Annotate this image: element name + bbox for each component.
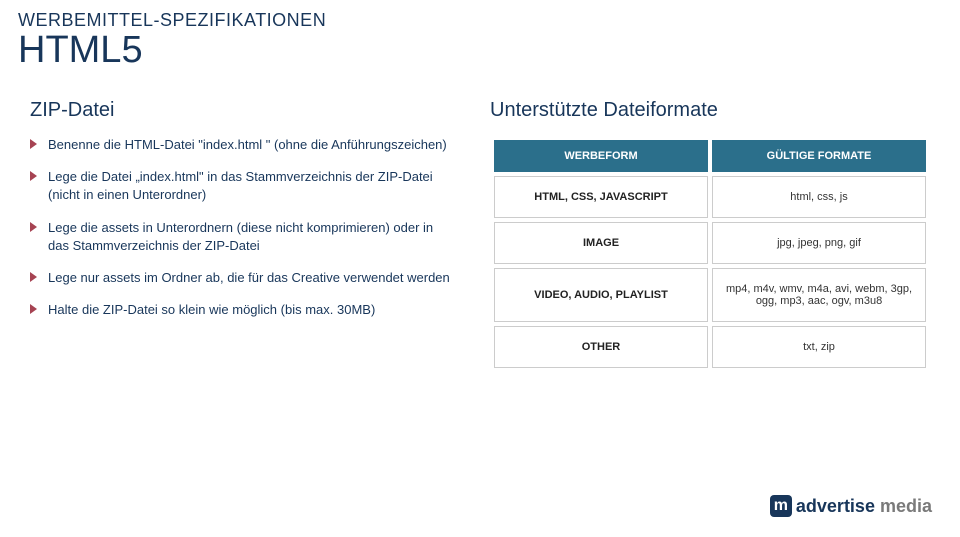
cell-formats: jpg, jpeg, png, gif	[712, 222, 926, 264]
table-header-form: WERBEFORM	[494, 140, 708, 172]
table-row: OTHER txt, zip	[494, 326, 926, 368]
content-area: ZIP-Datei Benenne die HTML-Datei "index.…	[0, 69, 960, 372]
cell-formats: html, css, js	[712, 176, 926, 218]
table-row: HTML, CSS, JAVASCRIPT html, css, js	[494, 176, 926, 218]
right-column: Unterstützte Dateiformate WERBEFORM GÜLT…	[490, 99, 930, 372]
cell-form: VIDEO, AUDIO, PLAYLIST	[494, 268, 708, 322]
header-subtitle: WERBEMITTEL-SPEZIFIKATIONEN	[18, 10, 960, 31]
cell-form: IMAGE	[494, 222, 708, 264]
left-column: ZIP-Datei Benenne die HTML-Datei "index.…	[30, 99, 450, 372]
list-item: Lege die Datei „index.html" in das Stamm…	[30, 168, 450, 204]
zip-section-title: ZIP-Datei	[30, 99, 450, 122]
list-item: Lege nur assets im Ordner ab, die für da…	[30, 269, 450, 287]
cell-formats: mp4, m4v, wmv, m4a, avi, webm, 3gp, ogg,…	[712, 268, 926, 322]
bullet-list: Benenne die HTML-Datei "index.html " (oh…	[30, 136, 450, 319]
logo-box-icon: m	[770, 495, 792, 517]
table-row: IMAGE jpg, jpeg, png, gif	[494, 222, 926, 264]
cell-form: HTML, CSS, JAVASCRIPT	[494, 176, 708, 218]
header-title: HTML5	[18, 31, 960, 69]
page-header: WERBEMITTEL-SPEZIFIKATIONEN HTML5	[0, 0, 960, 69]
logo-text: advertise media	[796, 496, 932, 517]
list-item: Benenne die HTML-Datei "index.html " (oh…	[30, 136, 450, 154]
footer-logo: m advertise media	[770, 495, 932, 517]
logo-brand: advertise	[796, 496, 875, 516]
list-item: Halte die ZIP-Datei so klein wie möglich…	[30, 301, 450, 319]
formats-section-title: Unterstützte Dateiformate	[490, 99, 930, 122]
logo-suffix: media	[875, 496, 932, 516]
cell-form: OTHER	[494, 326, 708, 368]
list-item: Lege die assets in Unterordnern (diese n…	[30, 219, 450, 255]
table-row: VIDEO, AUDIO, PLAYLIST mp4, m4v, wmv, m4…	[494, 268, 926, 322]
table-header-formats: GÜLTIGE FORMATE	[712, 140, 926, 172]
cell-formats: txt, zip	[712, 326, 926, 368]
formats-table: WERBEFORM GÜLTIGE FORMATE HTML, CSS, JAV…	[490, 136, 930, 372]
